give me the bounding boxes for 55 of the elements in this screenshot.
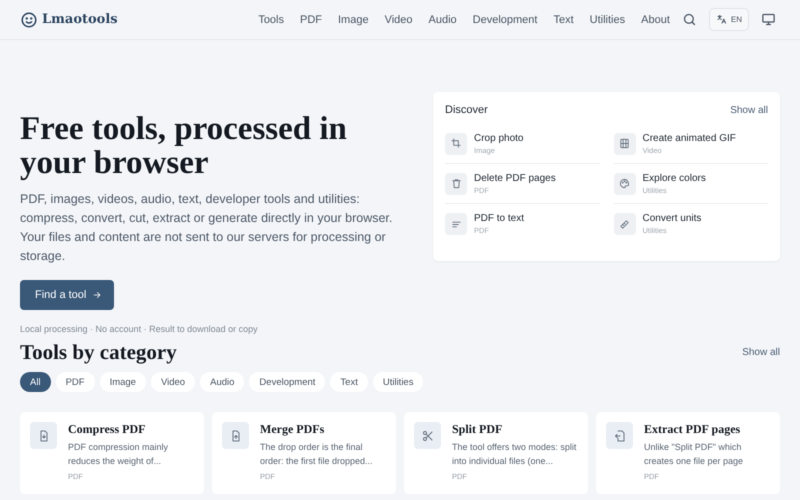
nav-link[interactable]: About [633,14,678,26]
filter-chip[interactable]: Video [150,372,196,392]
tool-description: The drop order is the final order: the first file dropped... [260,441,374,468]
tool-name: Split PDF [452,422,504,437]
tool-name: Extract PDF pages [644,422,742,437]
file-upload-icon [230,430,242,442]
ruler-icon [619,218,630,230]
section-title: Tools by category [20,340,177,365]
filter-chip[interactable]: PDF [56,372,95,392]
nav-link[interactable]: Video [376,14,421,26]
tool-name: Crop photo [474,132,524,144]
nav-link[interactable]: Image [330,14,377,26]
card-title: Discover [445,104,488,116]
filter-chip[interactable]: Audio [200,372,244,392]
nav-link[interactable]: Development [464,14,546,26]
hero-title: Free tools, processed in your browser [20,112,348,180]
film-icon [619,138,630,149]
tool-name: Convert units [642,213,702,224]
tool-name: Delete PDF pages [474,172,556,184]
nav-link[interactable]: Utilities [582,14,634,26]
arrow-icon [92,290,102,300]
filter-chip[interactable]: Development [249,372,326,392]
language-button[interactable]: EN [708,8,749,31]
filter-chip[interactable]: Utilities [372,372,424,392]
scissors-icon [422,430,434,442]
trash-icon [450,178,462,189]
tool-description: PDF compression mainly reduces the weight of... [68,441,170,468]
search-icon [682,12,697,27]
file-download-icon [38,430,50,442]
crop-icon [450,138,462,149]
monitor-icon [761,12,776,27]
palette-icon [619,178,630,189]
find-tool-button[interactable]: Find a tool [20,280,114,310]
features-note: Local processing · No account · Result to download or copy [20,324,259,334]
nav-link[interactable]: Audio [420,14,465,26]
tool-name: Merge PDFs [260,422,326,437]
nav-link[interactable]: Tools [250,14,292,26]
filter-chip[interactable]: Image [100,372,146,392]
nav-link[interactable]: Text [545,14,582,26]
show-all-link[interactable]: Show all [730,104,768,116]
filter-chip[interactable]: Text [330,372,368,392]
filter-chip[interactable]: All [20,372,51,392]
smiley-icon [20,10,38,28]
tool-name: Compress PDF [68,422,146,437]
tool-name: Explore colors [642,172,706,184]
show-all-link[interactable]: Show all [742,347,780,358]
logo[interactable]: Lmaotools [42,12,118,27]
hero-text: PDF, images, videos, audio, text, developer tools and utilities: compress, convert, cut, extract or generate directly in your browser. Your files and content are not sent to our servers for processing or storage. [20,191,394,265]
translate-icon [716,14,727,25]
tool-name: Create animated GIF [642,132,736,144]
nav-link[interactable]: PDF [292,14,330,26]
tool-description: The tool offers two modes: split into individual files (one... [452,441,578,468]
file-export-icon [614,430,626,442]
tool-description: Unlike "Split PDF" which creates one file per page [644,441,744,468]
tool-name: PDF to text [474,213,524,224]
